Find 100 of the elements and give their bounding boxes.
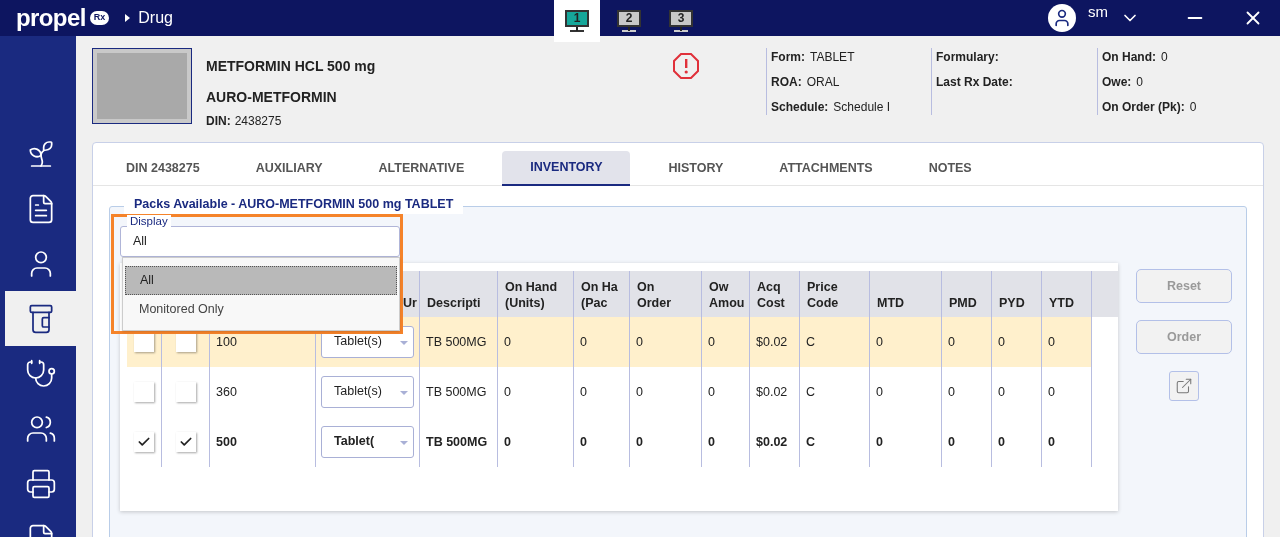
checkbox[interactable] — [134, 432, 154, 452]
info-value: 0 — [1189, 99, 1197, 115]
column-header: On Order — [637, 279, 673, 311]
stethoscope-icon — [24, 357, 57, 390]
workspace-tab[interactable]: 3 — [658, 0, 704, 42]
column-header: Descripti — [427, 295, 482, 311]
caret-icon — [400, 391, 408, 395]
table-cell-text: 0 — [580, 333, 587, 351]
info-label: Form: — [771, 49, 805, 65]
tab[interactable]: DIN 2438275 — [108, 151, 218, 186]
tab[interactable]: ATTACHMENTS — [761, 151, 891, 186]
column-header: Price Code — [807, 279, 840, 311]
drug-name: METFORMIN HCL 500 mg — [206, 57, 377, 76]
table-cell-text: C — [806, 333, 816, 351]
table-row[interactable]: 360 Tablet(s) TB 500MG 0 0 0 0 $0.02 C 0 0 0 0 — [127, 367, 1092, 417]
table-cell-text: 0 — [504, 383, 511, 401]
username: sm — [1088, 1, 1108, 22]
display-value: All — [133, 234, 147, 249]
sidebar-item[interactable] — [5, 291, 76, 346]
tab[interactable]: HISTORY — [650, 151, 742, 186]
table-cell-text: C — [806, 383, 816, 401]
column-header: PMD — [949, 295, 978, 311]
display-field[interactable]: All — [120, 226, 400, 257]
info-label: Formulary: — [936, 49, 999, 65]
table-cell-text: $0.02 — [756, 433, 788, 451]
workspace-tab[interactable]: 2 — [606, 0, 652, 42]
table-cell-text: 0 — [636, 383, 643, 401]
table-cell-text: 0 — [1048, 383, 1055, 401]
column-header: On Ha (Pac — [581, 279, 619, 311]
table-cell-text: 0 — [580, 433, 587, 451]
table-cell-text: 0 — [998, 433, 1005, 451]
column-header: PYD — [999, 295, 1026, 311]
caret-icon — [125, 14, 131, 22]
tab[interactable]: NOTES — [910, 151, 990, 186]
table-cell-text: 0 — [708, 433, 715, 451]
table-cell-text: 0 — [1048, 433, 1055, 451]
info-value: TABLET — [810, 49, 855, 65]
logo-badge: Rx — [89, 11, 110, 25]
table-cell-text: 0 — [636, 333, 643, 351]
info-label: On Hand: — [1102, 49, 1156, 65]
checkbox[interactable] — [134, 382, 154, 402]
column-header: Ur — [403, 295, 417, 311]
table-cell-text: 0 — [504, 433, 511, 451]
unit-select[interactable]: Tablet( — [321, 426, 414, 458]
table-cell-text: $0.02 — [756, 383, 788, 401]
column-header: YTD — [1049, 295, 1075, 311]
info-label: ROA: — [771, 74, 802, 90]
checkbox[interactable] — [175, 382, 196, 402]
info-value: ORAL — [806, 74, 840, 90]
table-cell-text: TB 500MG — [426, 333, 487, 351]
tab[interactable]: ALTERNATIVE — [360, 151, 483, 186]
check-icon — [137, 435, 151, 449]
pack-size: 100 — [216, 333, 237, 351]
table-row[interactable]: 100 Tablet(s) TB 500MG 0 0 0 0 $0.02 C 0 0 0 0 — [127, 317, 1092, 367]
caret-icon — [400, 341, 408, 345]
info-label: Last Rx Date: — [936, 74, 1013, 90]
checkbox[interactable] — [175, 432, 196, 452]
table-cell-text: 0 — [636, 433, 643, 451]
tab[interactable]: AUXILIARY — [237, 151, 341, 186]
column-header: Ow Amou — [709, 279, 742, 311]
table-cell-text: 0 — [998, 383, 1005, 401]
table-cell-text: 0 — [708, 333, 715, 351]
info-label: On Order (Pk): — [1102, 99, 1185, 115]
table-cell-text: 0 — [504, 333, 511, 351]
drug-brand: AURO-METFORMIN — [206, 88, 338, 107]
info-label: Owe: — [1102, 74, 1132, 90]
table-cell-text: 0 — [948, 433, 955, 451]
logo: propel — [16, 3, 86, 33]
column-header: Acq Cost — [757, 279, 786, 311]
table-cell-text: C — [806, 433, 816, 451]
table-cell-text: TB 500MG — [426, 433, 488, 451]
tab[interactable]: INVENTORY — [502, 151, 631, 186]
user-avatar-icon[interactable] — [1048, 4, 1076, 32]
table-cell-text: 0 — [708, 383, 715, 401]
column-header: MTD — [877, 295, 906, 311]
din-label: DIN: — [206, 113, 231, 130]
table-cell-text: 0 — [1048, 333, 1055, 351]
info-value: Schedule I — [833, 99, 891, 115]
pack-size: 500 — [216, 433, 237, 451]
table-cell-text: $0.02 — [756, 333, 788, 351]
pack-size: 360 — [216, 383, 237, 401]
table-cell-text: 0 — [998, 333, 1005, 351]
checkbox[interactable] — [175, 332, 196, 352]
checkbox[interactable] — [134, 332, 154, 352]
table-cell-text: 0 — [876, 383, 883, 401]
table-cell-text: 0 — [948, 333, 955, 351]
info-value: 0 — [1136, 74, 1144, 90]
table-cell-text: 0 — [580, 383, 587, 401]
unit-select[interactable]: Tablet(s) — [321, 376, 414, 408]
table-cell-text: 0 — [876, 333, 883, 351]
display-label: Display — [127, 215, 171, 228]
table-cell-text: 0 — [948, 383, 955, 401]
table-cell-text: TB 500MG — [426, 383, 487, 401]
table-row[interactable]: 500 Tablet( TB 500MG 0 0 0 0 $0.02 C 0 0 0 0 — [127, 417, 1092, 467]
info-label: Schedule: — [771, 99, 829, 115]
external-link-icon[interactable] — [1169, 371, 1199, 401]
din-value: 2438275 — [234, 113, 282, 130]
workspace-tab[interactable]: 1 — [554, 0, 600, 42]
alert-icon — [672, 52, 700, 80]
dropdown-option[interactable]: All — [125, 266, 397, 295]
